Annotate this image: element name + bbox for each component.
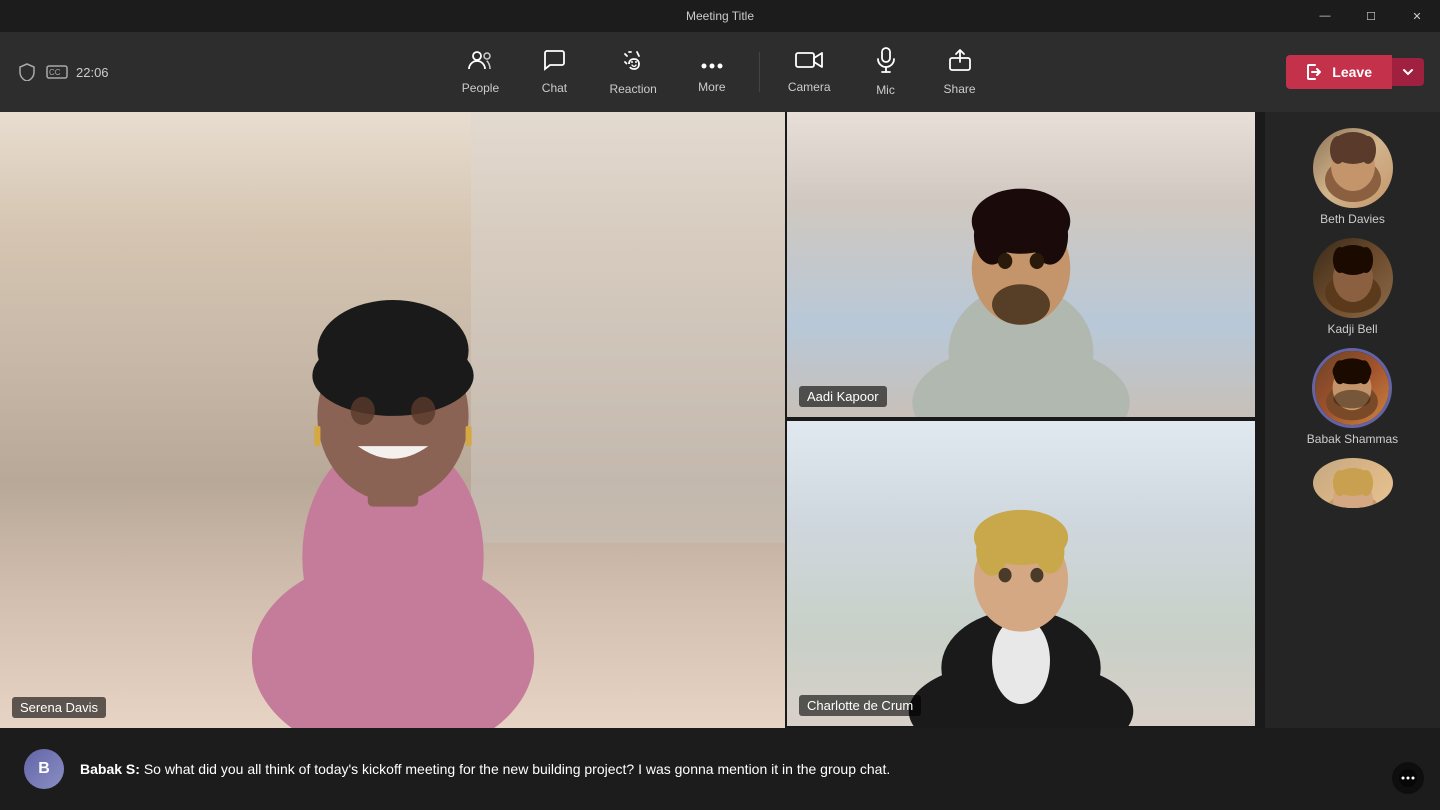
camera-icon bbox=[795, 50, 823, 76]
right-videos: Aadi Kapoor bbox=[785, 112, 1255, 728]
video-grid: Serena Davis bbox=[0, 112, 1265, 728]
aadi-label: Aadi Kapoor bbox=[799, 386, 887, 407]
reaction-icon bbox=[621, 48, 645, 78]
caption-text: Babak S: So what did you all think of to… bbox=[80, 759, 890, 780]
close-button[interactable]: ✕ bbox=[1394, 0, 1440, 32]
chat-button[interactable]: Chat bbox=[519, 41, 589, 103]
reaction-button[interactable]: Reaction bbox=[593, 40, 672, 104]
leave-label: Leave bbox=[1332, 64, 1372, 80]
share-label: Share bbox=[944, 82, 976, 96]
babak-name: Babak Shammas bbox=[1307, 432, 1398, 446]
people-label: People bbox=[462, 81, 499, 95]
more-icon bbox=[700, 50, 724, 76]
leave-dropdown-button[interactable] bbox=[1392, 58, 1424, 86]
window-title: Meeting Title bbox=[686, 9, 754, 23]
toolbar: CC 22:06 People Chat bbox=[0, 32, 1440, 112]
chat-icon bbox=[542, 49, 566, 77]
main-content: Serena Davis bbox=[0, 112, 1440, 728]
minimize-button[interactable]: — bbox=[1302, 0, 1348, 32]
shield-icon bbox=[16, 61, 38, 83]
more-label: More bbox=[698, 80, 725, 94]
mic-icon bbox=[876, 47, 896, 79]
caption-speaker: Babak S: bbox=[80, 761, 140, 777]
sidebar-participants: Beth Davies Kadji Bell bbox=[1265, 112, 1440, 728]
camera-label: Camera bbox=[788, 80, 831, 94]
avatar-beth bbox=[1313, 128, 1393, 208]
chat-label: Chat bbox=[542, 81, 567, 95]
title-bar: Meeting Title — ☐ ✕ bbox=[0, 0, 1440, 32]
charlotte-label: Charlotte de Crum bbox=[799, 695, 921, 716]
large-video-serena: Serena Davis bbox=[0, 112, 785, 728]
share-icon bbox=[948, 48, 972, 78]
leave-button[interactable]: Leave bbox=[1286, 55, 1392, 89]
caption-avatar: B bbox=[24, 749, 64, 789]
reaction-label: Reaction bbox=[609, 82, 656, 96]
toolbar-left-icons: CC 22:06 bbox=[16, 61, 109, 83]
sidebar-participant-babak[interactable]: Babak Shammas bbox=[1307, 348, 1398, 446]
caption-message: So what did you all think of today's kic… bbox=[144, 761, 890, 777]
caption-more-button[interactable] bbox=[1392, 762, 1424, 794]
people-icon bbox=[467, 49, 493, 77]
leave-button-group: Leave bbox=[1286, 55, 1424, 89]
avatar-bottom bbox=[1313, 458, 1393, 508]
caption-bar: B Babak S: So what did you all think of … bbox=[0, 728, 1440, 810]
people-button[interactable]: People bbox=[445, 41, 515, 103]
window-controls: — ☐ ✕ bbox=[1302, 0, 1440, 32]
avatar-babak bbox=[1312, 348, 1392, 428]
maximize-button[interactable]: ☐ bbox=[1348, 0, 1394, 32]
more-button[interactable]: More bbox=[677, 42, 747, 102]
beth-name: Beth Davies bbox=[1320, 212, 1385, 226]
video-charlotte: Charlotte de Crum bbox=[785, 419, 1255, 728]
meeting-timer: 22:06 bbox=[76, 65, 109, 80]
cc-icon: CC bbox=[46, 61, 68, 83]
sidebar-participant-kadji[interactable]: Kadji Bell bbox=[1313, 238, 1393, 336]
video-aadi: Aadi Kapoor bbox=[785, 112, 1255, 419]
kadji-name: Kadji Bell bbox=[1327, 322, 1377, 336]
camera-button[interactable]: Camera bbox=[772, 42, 847, 102]
sidebar-participant-bottom[interactable] bbox=[1313, 458, 1393, 508]
svg-text:CC: CC bbox=[49, 68, 61, 77]
serena-label: Serena Davis bbox=[12, 697, 106, 718]
share-button[interactable]: Share bbox=[925, 40, 995, 104]
avatar-kadji bbox=[1313, 238, 1393, 318]
sidebar-participant-beth[interactable]: Beth Davies bbox=[1313, 128, 1393, 226]
mic-label: Mic bbox=[876, 83, 895, 97]
mic-button[interactable]: Mic bbox=[851, 39, 921, 105]
